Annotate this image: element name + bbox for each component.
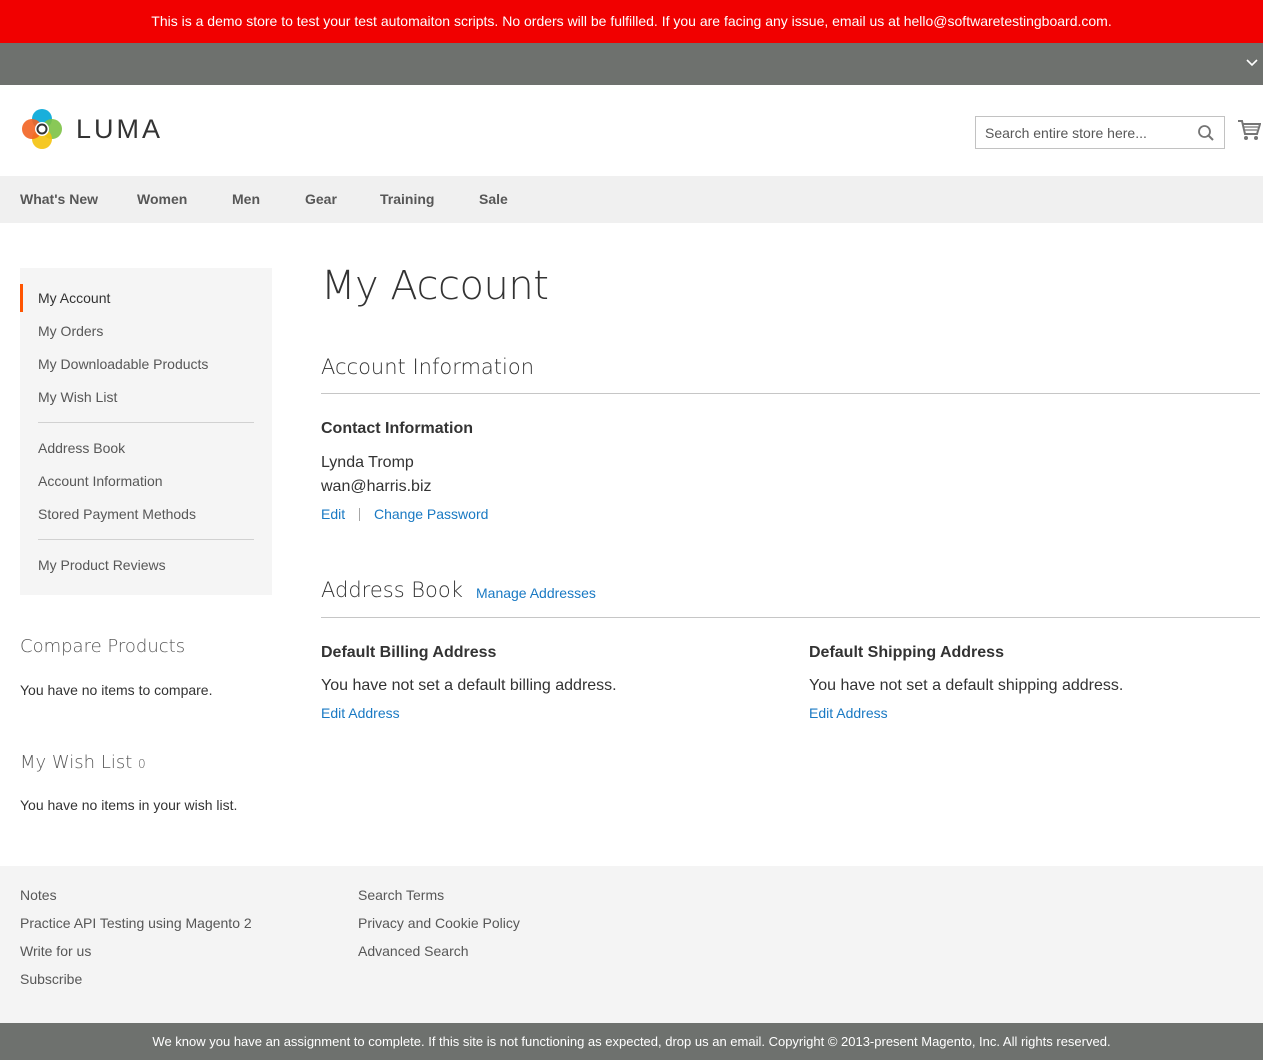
cart-icon[interactable]: [1237, 119, 1261, 141]
footer-link-privacy-policy[interactable]: Privacy and Cookie Policy: [358, 915, 520, 931]
default-shipping-text: You have not set a default shipping addr…: [809, 677, 1124, 694]
edit-shipping-address-link[interactable]: Edit Address: [809, 705, 888, 721]
site-footer: Notes Practice API Testing using Magento…: [0, 866, 1263, 1023]
account-sidebar-nav: My Account My Orders My Downloadable Pro…: [20, 268, 272, 595]
address-book-title: Address Book: [321, 578, 463, 602]
customer-email: wan@harris.biz: [321, 478, 432, 495]
manage-addresses-link[interactable]: Manage Addresses: [476, 585, 596, 601]
link-separator: [359, 508, 360, 521]
logo-text: LUMA: [76, 113, 164, 144]
search-box: [975, 116, 1225, 149]
sidebar-divider: [38, 422, 254, 423]
sidebar-item-address-book[interactable]: Address Book: [38, 438, 125, 458]
chevron-down-icon[interactable]: [1245, 55, 1259, 69]
nav-women[interactable]: Women: [137, 176, 187, 223]
luma-logo-icon: [22, 109, 62, 149]
sidebar-item-stored-payment-methods[interactable]: Stored Payment Methods: [38, 504, 196, 524]
wishlist-title: My Wish List: [20, 752, 133, 773]
site-header: LUMA: [0, 85, 1263, 176]
nav-sale[interactable]: Sale: [479, 176, 508, 223]
luma-logo[interactable]: LUMA: [20, 106, 170, 152]
sidebar-item-wish-list[interactable]: My Wish List: [38, 387, 117, 407]
section-divider: [321, 393, 1260, 394]
copyright-bar: We know you have an assignment to comple…: [0, 1023, 1263, 1060]
sidebar-divider: [38, 539, 254, 540]
compare-empty-text: You have no items to compare.: [20, 682, 213, 698]
wishlist-block-title: My Wish List 0: [20, 752, 146, 773]
footer-link-write-for-us[interactable]: Write for us: [20, 943, 91, 959]
nav-gear[interactable]: Gear: [305, 176, 337, 223]
account-information-title: Account Information: [321, 355, 535, 379]
contact-information-title: Contact Information: [321, 420, 473, 437]
search-icon[interactable]: [1197, 124, 1215, 142]
customer-name: Lynda Tromp: [321, 454, 414, 471]
panel-header: [0, 43, 1263, 85]
default-shipping-title: Default Shipping Address: [809, 644, 1004, 661]
footer-link-subscribe[interactable]: Subscribe: [20, 971, 82, 987]
page-title: My Account: [321, 263, 549, 309]
footer-link-api-testing[interactable]: Practice API Testing using Magento 2: [20, 915, 252, 931]
edit-contact-link[interactable]: Edit: [321, 506, 345, 522]
sidebar-item-my-orders[interactable]: My Orders: [38, 321, 103, 341]
nav-men[interactable]: Men: [232, 176, 260, 223]
search-input[interactable]: [976, 117, 1186, 148]
wishlist-empty-text: You have no items in your wish list.: [20, 797, 238, 813]
sidebar-item-product-reviews[interactable]: My Product Reviews: [38, 555, 166, 575]
nav-training[interactable]: Training: [380, 176, 434, 223]
change-password-link[interactable]: Change Password: [374, 506, 488, 522]
active-indicator: [20, 284, 23, 312]
wishlist-count: 0: [138, 757, 146, 771]
nav-whats-new[interactable]: What's New: [20, 176, 98, 223]
sidebar-item-my-account[interactable]: My Account: [38, 288, 110, 308]
demo-notice-banner: This is a demo store to test your test a…: [0, 0, 1263, 43]
default-billing-title: Default Billing Address: [321, 644, 497, 661]
main-navigation: What's New Women Men Gear Training Sale: [0, 176, 1263, 223]
edit-billing-address-link[interactable]: Edit Address: [321, 705, 400, 721]
footer-link-notes[interactable]: Notes: [20, 887, 57, 903]
section-divider: [321, 617, 1260, 618]
default-billing-text: You have not set a default billing addre…: [321, 677, 617, 694]
sidebar-item-account-information[interactable]: Account Information: [38, 471, 163, 491]
compare-products-title: Compare Products: [20, 636, 186, 657]
sidebar-item-downloadable-products[interactable]: My Downloadable Products: [38, 354, 208, 374]
footer-link-search-terms[interactable]: Search Terms: [358, 887, 444, 903]
footer-link-advanced-search[interactable]: Advanced Search: [358, 943, 469, 959]
